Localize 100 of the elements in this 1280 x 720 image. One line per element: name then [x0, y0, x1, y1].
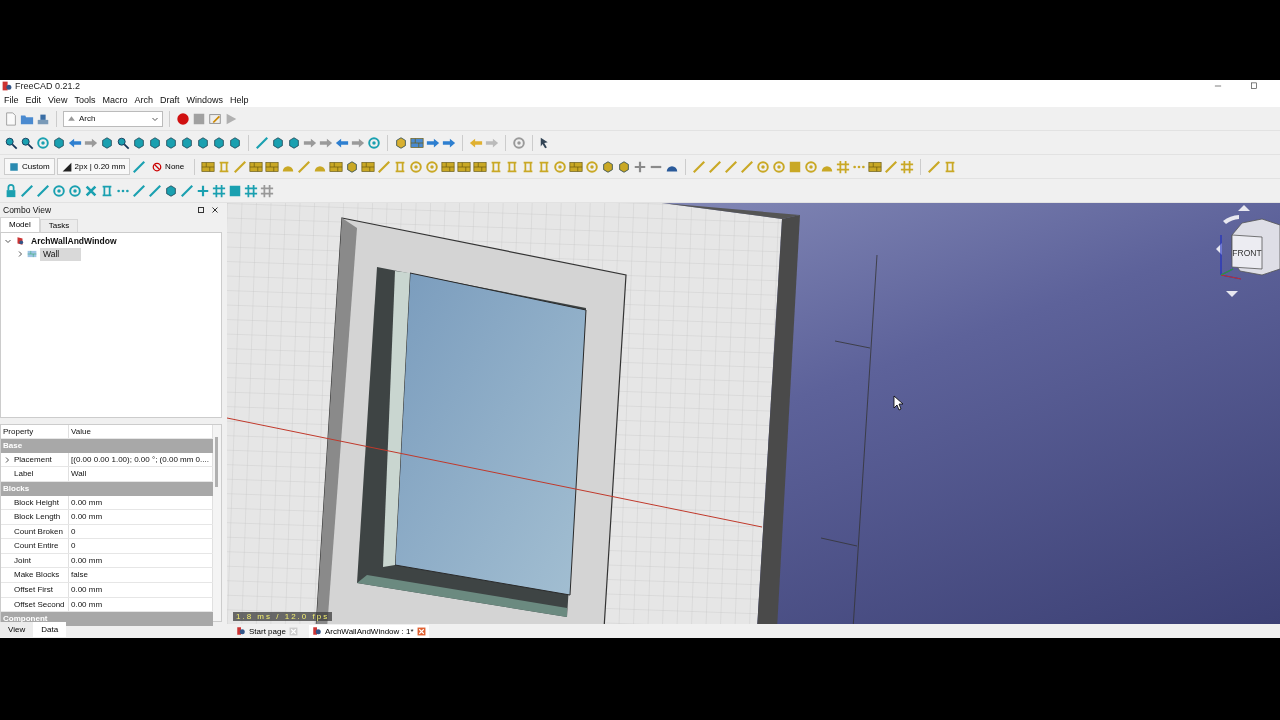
property-name: Joint	[1, 553, 69, 568]
brick-icon[interactable]	[361, 159, 376, 174]
ring-icon[interactable]	[804, 159, 819, 174]
line-icon[interactable]	[233, 159, 248, 174]
workbench-select[interactable]: Arch	[63, 110, 163, 127]
workbench-icon	[67, 114, 76, 123]
line-icon[interactable]	[708, 159, 723, 174]
ring-icon[interactable]	[425, 159, 440, 174]
grid-icon[interactable]	[260, 183, 274, 198]
menu-item[interactable]: Help	[227, 94, 254, 105]
property-name: Count Entire	[1, 539, 69, 553]
line-icon[interactable]	[255, 135, 269, 150]
menu-item[interactable]: Draft	[157, 94, 185, 105]
column-icon[interactable]	[100, 183, 114, 198]
maximize-icon[interactable]	[1249, 81, 1259, 91]
wall-icon	[27, 249, 37, 260]
cross-icon[interactable]	[84, 183, 98, 198]
line-icon[interactable]	[692, 159, 707, 174]
menu-item[interactable]: Macro	[100, 94, 133, 105]
line-width-button[interactable]: 2px | 0.20 mm	[56, 158, 131, 175]
magnifier-icon[interactable]	[116, 135, 130, 150]
line-icon[interactable]	[148, 183, 162, 198]
brick-icon[interactable]	[441, 159, 456, 174]
ring-icon[interactable]	[512, 135, 526, 150]
line-icon[interactable]	[724, 159, 739, 174]
chevron-icon[interactable]	[16, 250, 24, 259]
style-button[interactable]: Custom	[4, 158, 55, 175]
style-icon	[9, 161, 19, 172]
brick-icon[interactable]	[473, 159, 488, 174]
grid-icon[interactable]	[900, 159, 915, 174]
app-logo-icon	[2, 81, 12, 91]
fps-counter: 1.8 ms / 12.0 fps	[233, 612, 333, 622]
menu-item[interactable]: File	[2, 94, 24, 105]
property-name: Count Broken	[1, 524, 69, 539]
menu-item[interactable]: View	[46, 94, 73, 105]
line-icon[interactable]	[180, 183, 194, 198]
brick-icon[interactable]	[410, 135, 424, 150]
menu-item[interactable]: Edit	[23, 94, 47, 105]
brick-icon[interactable]	[249, 159, 264, 174]
play-icon[interactable]	[224, 111, 238, 126]
property-name: Offset Second	[1, 597, 69, 612]
line-icon[interactable]	[132, 159, 147, 174]
line-icon[interactable]	[132, 183, 146, 198]
lock-icon[interactable]	[4, 183, 18, 198]
line-icon[interactable]	[740, 159, 755, 174]
square-icon[interactable]	[228, 183, 242, 198]
panel-tab[interactable]: Tasks	[39, 218, 79, 232]
square-icon[interactable]	[788, 159, 803, 174]
navigation-cube[interactable]: FRONT	[1210, 205, 1280, 297]
close-icon[interactable]	[211, 205, 219, 214]
grid-icon[interactable]	[244, 183, 258, 198]
brick-icon[interactable]	[265, 159, 280, 174]
property-name: Label	[1, 467, 69, 481]
ring-icon[interactable]	[409, 159, 424, 174]
line-icon[interactable]	[297, 159, 312, 174]
chevron-icon[interactable]	[4, 237, 12, 246]
forbidden-icon	[152, 161, 163, 172]
ring-icon[interactable]	[367, 135, 381, 150]
magnifier-icon[interactable]	[4, 135, 18, 150]
ring-icon[interactable]	[756, 159, 771, 174]
record-icon[interactable]	[176, 111, 190, 126]
line-icon[interactable]	[927, 159, 942, 174]
property-name: Block Length	[1, 510, 69, 524]
document-icon	[311, 626, 322, 637]
line-icon[interactable]	[377, 159, 392, 174]
float-icon[interactable]	[197, 205, 205, 214]
grid-icon[interactable]	[212, 183, 226, 198]
snap-none-button[interactable]: None	[148, 158, 189, 175]
line-icon[interactable]	[20, 183, 34, 198]
document-icon	[15, 236, 25, 247]
ring-icon[interactable]	[772, 159, 787, 174]
ring-icon[interactable]	[553, 159, 568, 174]
stop-icon[interactable]	[192, 111, 206, 126]
plus-icon[interactable]	[633, 159, 648, 174]
menu-item[interactable]: Arch	[132, 94, 158, 105]
pencil-icon[interactable]	[208, 111, 222, 126]
new-document-icon[interactable]	[4, 111, 18, 126]
brick-icon[interactable]	[569, 159, 584, 174]
line-icon[interactable]	[884, 159, 899, 174]
brick-icon[interactable]	[868, 159, 883, 174]
document-tab[interactable]: ArchWallAndWindow : 1*	[308, 624, 429, 638]
ring-icon[interactable]	[585, 159, 600, 174]
property-name: Make Blocks	[1, 568, 69, 583]
expand-icon[interactable]	[3, 455, 11, 464]
workbench-name: Arch	[79, 114, 97, 123]
plus-icon[interactable]	[196, 183, 210, 198]
document-tab[interactable]: Start page	[233, 624, 301, 638]
tree-item[interactable]: Wall	[40, 247, 82, 261]
grid-icon[interactable]	[836, 159, 851, 174]
tree-item[interactable]: ArchWallAndWindow	[28, 234, 139, 248]
magnifier-icon[interactable]	[20, 135, 34, 150]
line-icon[interactable]	[36, 183, 50, 198]
brick-icon[interactable]	[201, 159, 216, 174]
brick-icon[interactable]	[457, 159, 472, 174]
ring-icon[interactable]	[52, 183, 66, 198]
ring-icon[interactable]	[68, 183, 82, 198]
menu-item[interactable]: Windows	[184, 94, 228, 105]
3d-viewport[interactable]: FRONT 1.8 ms / 12.0 fps	[227, 203, 1280, 625]
brick-icon[interactable]	[329, 159, 344, 174]
menu-item[interactable]: Tools	[72, 94, 101, 105]
